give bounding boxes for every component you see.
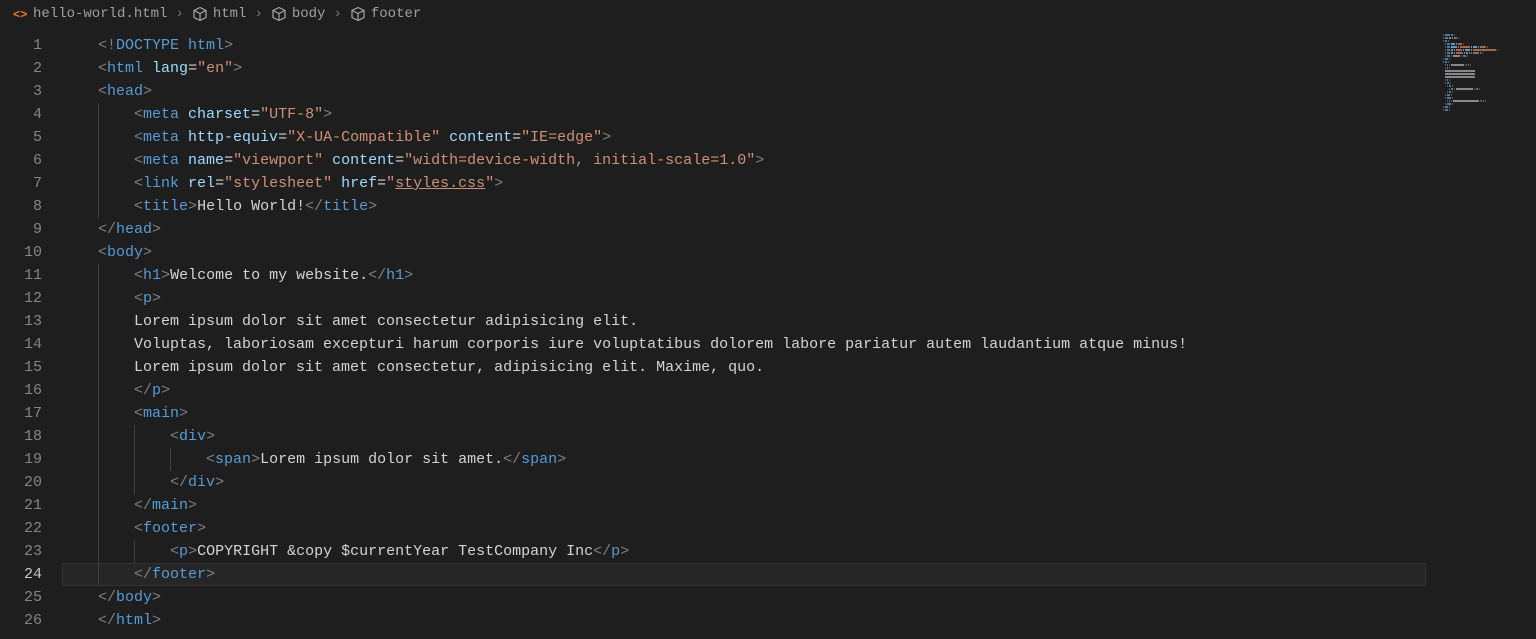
code-line[interactable]: <footer> bbox=[62, 517, 1426, 540]
line-number[interactable]: 8 bbox=[0, 195, 42, 218]
line-number[interactable]: 11 bbox=[0, 264, 42, 287]
code-line[interactable]: <span>Lorem ipsum dolor sit amet.</span> bbox=[62, 448, 1426, 471]
breadcrumb-label: footer bbox=[371, 6, 421, 22]
code-line[interactable]: Lorem ipsum dolor sit amet consectetur a… bbox=[62, 310, 1426, 333]
breadcrumb-file-label: hello-world.html bbox=[33, 6, 167, 22]
breadcrumb-node-html[interactable]: html bbox=[192, 6, 247, 22]
symbol-icon bbox=[271, 6, 287, 22]
code-line[interactable]: <h1>Welcome to my website.</h1> bbox=[62, 264, 1426, 287]
line-number[interactable]: 7 bbox=[0, 172, 42, 195]
line-number[interactable]: 24 bbox=[0, 563, 42, 586]
line-number[interactable]: 23 bbox=[0, 540, 42, 563]
code-line[interactable]: </footer> bbox=[62, 563, 1426, 586]
line-number[interactable]: 6 bbox=[0, 149, 42, 172]
code-line[interactable]: <div> bbox=[62, 425, 1426, 448]
code-line[interactable]: <!DOCTYPE html> bbox=[62, 34, 1426, 57]
code-line[interactable]: </p> bbox=[62, 379, 1426, 402]
code-line[interactable]: </html> bbox=[62, 609, 1426, 632]
symbol-icon bbox=[350, 6, 366, 22]
chevron-right-icon: › bbox=[254, 6, 262, 22]
line-number[interactable]: 20 bbox=[0, 471, 42, 494]
line-number[interactable]: 25 bbox=[0, 586, 42, 609]
line-number[interactable]: 1 bbox=[0, 34, 42, 57]
code-line[interactable]: <main> bbox=[62, 402, 1426, 425]
code-line[interactable]: <meta name="viewport" content="width=dev… bbox=[62, 149, 1426, 172]
line-number[interactable]: 13 bbox=[0, 310, 42, 333]
breadcrumb-label: html bbox=[213, 6, 247, 22]
minimap[interactable] bbox=[1426, 28, 1536, 639]
line-number[interactable]: 3 bbox=[0, 80, 42, 103]
line-number[interactable]: 17 bbox=[0, 402, 42, 425]
symbol-icon bbox=[192, 6, 208, 22]
chevron-right-icon: › bbox=[333, 6, 341, 22]
line-number[interactable]: 18 bbox=[0, 425, 42, 448]
code-line[interactable]: <p>COPYRIGHT &copy $currentYear TestComp… bbox=[62, 540, 1426, 563]
code-area[interactable]: <!DOCTYPE html> <html lang="en"> <head> … bbox=[62, 28, 1426, 639]
line-number[interactable]: 9 bbox=[0, 218, 42, 241]
code-line[interactable]: Voluptas, laboriosam excepturi harum cor… bbox=[62, 333, 1426, 356]
line-number[interactable]: 2 bbox=[0, 57, 42, 80]
line-number[interactable]: 26 bbox=[0, 609, 42, 632]
breadcrumb-label: body bbox=[292, 6, 326, 22]
html-file-icon: <> bbox=[12, 6, 28, 22]
code-line[interactable]: </div> bbox=[62, 471, 1426, 494]
line-number[interactable]: 16 bbox=[0, 379, 42, 402]
code-line[interactable]: <html lang="en"> bbox=[62, 57, 1426, 80]
code-line[interactable]: <title>Hello World!</title> bbox=[62, 195, 1426, 218]
code-line[interactable]: </body> bbox=[62, 586, 1426, 609]
line-number[interactable]: 5 bbox=[0, 126, 42, 149]
code-line[interactable]: <head> bbox=[62, 80, 1426, 103]
line-number-gutter[interactable]: 1234567891011121314151617181920212223242… bbox=[0, 28, 62, 639]
chevron-right-icon: › bbox=[175, 6, 183, 22]
code-line[interactable]: </head> bbox=[62, 218, 1426, 241]
code-line[interactable]: <p> bbox=[62, 287, 1426, 310]
code-line[interactable]: <meta charset="UTF-8"> bbox=[62, 103, 1426, 126]
editor: 1234567891011121314151617181920212223242… bbox=[0, 28, 1536, 639]
line-number[interactable]: 19 bbox=[0, 448, 42, 471]
svg-text:<>: <> bbox=[13, 8, 27, 22]
code-line[interactable]: <link rel="stylesheet" href="styles.css"… bbox=[62, 172, 1426, 195]
code-line[interactable]: </main> bbox=[62, 494, 1426, 517]
line-number[interactable]: 4 bbox=[0, 103, 42, 126]
line-number[interactable]: 14 bbox=[0, 333, 42, 356]
breadcrumb-node-footer[interactable]: footer bbox=[350, 6, 421, 22]
breadcrumb-file[interactable]: <> hello-world.html bbox=[12, 6, 167, 22]
line-number[interactable]: 15 bbox=[0, 356, 42, 379]
line-number[interactable]: 10 bbox=[0, 241, 42, 264]
line-number[interactable]: 22 bbox=[0, 517, 42, 540]
line-number[interactable]: 12 bbox=[0, 287, 42, 310]
breadcrumb[interactable]: <> hello-world.html › html › body › foot… bbox=[0, 0, 1536, 28]
code-line[interactable]: Lorem ipsum dolor sit amet consectetur, … bbox=[62, 356, 1426, 379]
code-line[interactable]: <body> bbox=[62, 241, 1426, 264]
breadcrumb-node-body[interactable]: body bbox=[271, 6, 326, 22]
line-number[interactable]: 21 bbox=[0, 494, 42, 517]
code-line[interactable]: <meta http-equiv="X-UA-Compatible" conte… bbox=[62, 126, 1426, 149]
